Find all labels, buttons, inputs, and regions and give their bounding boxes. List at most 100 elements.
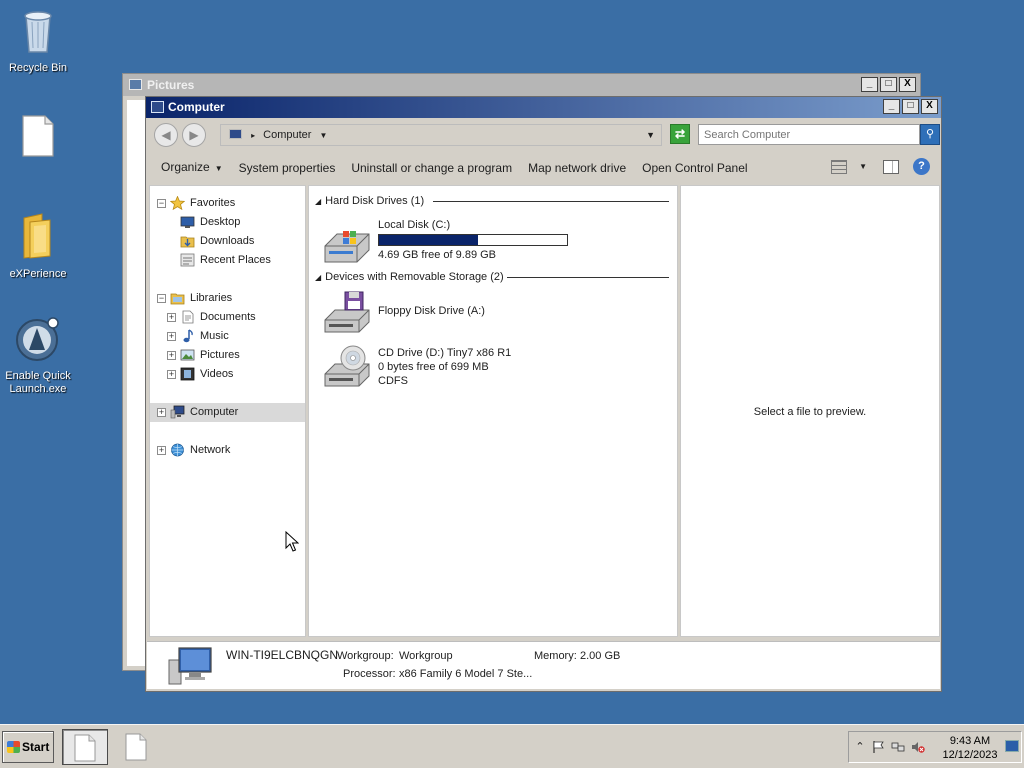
tree-item-libraries[interactable]: − Libraries — [150, 289, 305, 308]
details-pane: WIN-TI9ELCBNQGN Workgroup: Workgroup Mem… — [147, 641, 940, 689]
organize-label: Organize — [161, 160, 210, 174]
pictures-minimize-button[interactable]: _ — [861, 77, 878, 92]
taskbar-button-window-2[interactable] — [114, 729, 160, 765]
address-history-dropdown-icon[interactable]: ▼ — [646, 125, 655, 145]
blank-document-icon — [74, 734, 96, 762]
maximize-button[interactable]: □ — [902, 99, 919, 114]
system-properties-button[interactable]: System properties — [231, 153, 344, 183]
pictures-title: Pictures — [147, 78, 195, 92]
tree-item-computer[interactable]: + Computer — [150, 403, 305, 422]
expand-icon[interactable]: + — [167, 313, 176, 322]
address-location[interactable]: Computer — [263, 129, 311, 141]
group-divider — [507, 277, 669, 278]
memory-value: 2.00 GB — [580, 650, 621, 662]
minimize-button[interactable]: _ — [883, 99, 900, 114]
tree-label: Music — [200, 330, 229, 342]
address-location-dropdown-icon[interactable]: ▼ — [320, 131, 328, 140]
map-network-drive-button[interactable]: Map network drive — [520, 153, 634, 183]
search-icon[interactable]: ⚲ — [920, 124, 940, 145]
chevron-down-icon: ▼ — [214, 164, 223, 173]
drive-local-disk-c[interactable]: Local Disk (C:) 4.69 GB free of 9.89 GB — [323, 216, 583, 263]
tree-label: Pictures — [200, 349, 240, 361]
forward-button[interactable]: ▶ — [182, 123, 206, 147]
close-button[interactable]: X — [921, 99, 938, 114]
start-label: Start — [22, 740, 50, 754]
show-desktop-icon[interactable] — [1005, 740, 1019, 752]
group-header-removable-storage[interactable]: ◢ Devices with Removable Storage (2) — [315, 270, 669, 284]
drive-free-space: 4.69 GB free of 9.89 GB — [378, 249, 497, 261]
address-separator: ▸ — [251, 131, 256, 140]
clock[interactable]: 9:43 AM 12/12/2023 — [937, 734, 1003, 762]
open-control-panel-button[interactable]: Open Control Panel — [634, 153, 755, 183]
network-icon[interactable] — [891, 740, 905, 754]
expand-icon[interactable]: + — [167, 332, 176, 341]
group-collapse-icon[interactable]: ◢ — [315, 197, 321, 206]
tree-item-pictures[interactable]: + Pictures — [150, 346, 305, 365]
memory-label: Memory: — [534, 650, 577, 662]
clock-time: 9:43 AM — [949, 735, 991, 747]
view-options-dropdown-icon[interactable]: ▼ — [859, 162, 867, 171]
group-header-hard-disk-drives[interactable]: ◢ Hard Disk Drives (1) — [315, 194, 669, 208]
tree-item-music[interactable]: + Music — [150, 327, 305, 346]
collapse-icon[interactable]: − — [157, 199, 166, 208]
tree-item-network[interactable]: + Network — [150, 441, 305, 460]
pictures-titlebar[interactable]: Pictures _ □ X — [123, 74, 920, 96]
desktop-icon-document[interactable] — [0, 114, 76, 166]
expand-icon[interactable]: + — [167, 370, 176, 379]
tree-label: Network — [190, 444, 231, 456]
drive-floppy-a[interactable]: Floppy Disk Drive (A:) — [323, 290, 583, 334]
pictures-icon — [180, 349, 195, 361]
search-input[interactable] — [698, 124, 920, 145]
desktop-icon-recycle-bin[interactable]: Recycle Bin — [0, 8, 76, 75]
pictures-close-button[interactable]: X — [899, 77, 916, 92]
tree-item-favorites[interactable]: − Favorites — [150, 194, 305, 213]
computer-window[interactable]: Computer _ □ X ◀ ▶ ▸ Computer ▼ ▼ ⇄ ⚲ Or… — [145, 96, 942, 692]
desktop-icon-label: Recycle Bin — [8, 62, 68, 74]
back-button[interactable]: ◀ — [154, 123, 178, 147]
preview-pane: Select a file to preview. — [680, 185, 940, 637]
taskbar-button-window-1[interactable] — [62, 729, 108, 765]
desktop-icon-label: eXPerience — [9, 268, 67, 280]
desktop-icon-enable-quick-launch[interactable]: Enable Quick Launch.exe — [0, 316, 76, 396]
flag-icon[interactable] — [871, 740, 885, 754]
collapse-icon[interactable]: − — [157, 294, 166, 303]
processor-value: x86 Family 6 Model 7 Ste... — [399, 668, 533, 680]
chevron-up-icon[interactable]: ⌃ — [853, 740, 867, 754]
address-bar-row: ◀ ▶ ▸ Computer ▼ ▼ ⇄ ⚲ — [150, 122, 940, 148]
address-bar[interactable]: ▸ Computer ▼ ▼ — [220, 124, 662, 146]
desktop-icon-label: Enable Quick Launch.exe — [5, 370, 71, 395]
organize-button[interactable]: Organize ▼ — [147, 152, 231, 184]
windows-logo-icon — [7, 741, 20, 753]
volume-muted-icon[interactable] — [911, 740, 925, 754]
preview-pane-icon[interactable] — [883, 159, 899, 174]
mouse-cursor-icon — [285, 531, 299, 552]
tree-item-recent-places[interactable]: Recent Places — [150, 251, 305, 270]
group-collapse-icon[interactable]: ◢ — [315, 273, 321, 282]
uninstall-program-button[interactable]: Uninstall or change a program — [343, 153, 520, 183]
drive-name: Floppy Disk Drive (A:) — [378, 305, 485, 317]
computer-titlebar[interactable]: Computer _ □ X — [146, 97, 941, 118]
expand-icon[interactable]: + — [157, 446, 166, 455]
workgroup-label: Workgroup: — [337, 650, 394, 662]
tree-item-downloads[interactable]: Downloads — [150, 232, 305, 251]
drive-name: CD Drive (D:) Tiny7 x86 R1 — [378, 347, 512, 359]
tree-label: Favorites — [190, 197, 236, 209]
pictures-window-icon — [129, 79, 142, 90]
expand-icon[interactable]: + — [157, 408, 166, 417]
tree-item-videos[interactable]: + Videos — [150, 365, 305, 384]
change-view-icon[interactable] — [831, 159, 848, 174]
expand-icon[interactable]: + — [167, 351, 176, 360]
start-button[interactable]: Start — [2, 731, 54, 763]
help-icon[interactable]: ? — [913, 158, 930, 175]
drive-name: Local Disk (C:) — [378, 219, 451, 231]
system-tray: ⌃ 9:43 AM 12/12/2023 — [848, 731, 1022, 763]
hard-drive-icon — [324, 231, 370, 263]
tree-item-documents[interactable]: + Documents — [150, 308, 305, 327]
libraries-icon — [170, 293, 185, 305]
computer-icon — [229, 129, 242, 139]
refresh-button[interactable]: ⇄ — [670, 124, 690, 144]
drive-cd-d[interactable]: CD Drive (D:) Tiny7 x86 R1 0 bytes free … — [323, 344, 583, 392]
pictures-maximize-button[interactable]: □ — [880, 77, 897, 92]
tree-item-desktop[interactable]: Desktop — [150, 213, 305, 232]
desktop-icon-experience[interactable]: eXPerience — [0, 212, 76, 281]
